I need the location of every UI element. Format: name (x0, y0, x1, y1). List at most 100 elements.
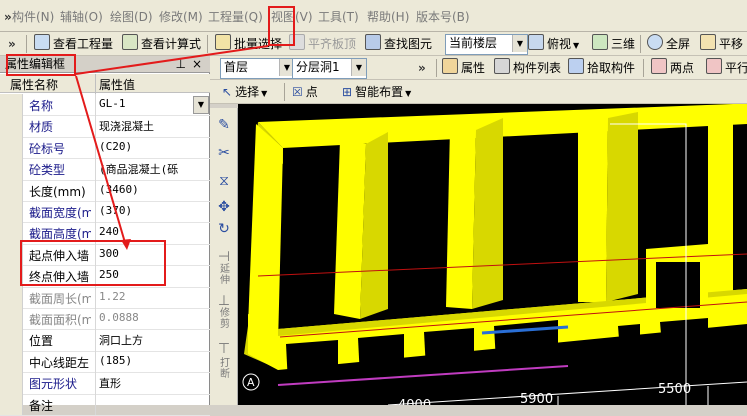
align-slab-button[interactable]: 平齐板顶 (289, 34, 356, 54)
two-points-button[interactable]: 两点 (651, 58, 694, 78)
menu-tools[interactable]: 工具(T) (318, 8, 359, 26)
smart-layout-button[interactable]: ⊞ 智能布置 ▼ (342, 82, 411, 102)
property-name: 截面周长(m (29, 291, 91, 306)
menu-component[interactable]: 构件(N) (12, 8, 54, 26)
break-icon[interactable]: ⊤ (214, 340, 234, 358)
property-value[interactable]: 现浇混凝土 (95, 115, 209, 137)
select-button[interactable]: ↖ 选择 ▼ (222, 82, 267, 102)
find-element-label: 查找图元 (384, 37, 433, 51)
property-row[interactable]: 中心线距左 (185) (0, 350, 210, 374)
property-row[interactable]: 材质 现浇混凝土 (0, 115, 210, 138)
property-value[interactable]: 0.0888 (95, 308, 209, 330)
toolbar-separator (26, 35, 27, 53)
menu-overflow-chevron[interactable]: » (4, 8, 12, 26)
property-row[interactable]: 名称 GL-1 ▼ (0, 94, 210, 117)
select-label: 选择 (235, 85, 260, 99)
view-formula-button[interactable]: 查看计算式 (122, 34, 201, 54)
menu-draw[interactable]: 绘图(D) (110, 8, 153, 26)
row-index-cell (0, 94, 23, 116)
rotate-icon[interactable]: ↻ (214, 220, 234, 238)
delete-icon[interactable]: ✂ (214, 144, 234, 162)
row-index-cell (0, 393, 23, 415)
wall-column (578, 118, 608, 302)
point-button[interactable]: ☒ 点 (292, 82, 318, 102)
row-index-cell (0, 372, 23, 394)
annotation-box-wall-extension (20, 240, 166, 286)
view-quantity-button[interactable]: 查看工程量 (34, 34, 113, 54)
floor-scope-value: 当前楼层 (449, 36, 498, 50)
pick-component-button[interactable]: 拾取构件 (568, 58, 635, 78)
property-name: 砼标号 (29, 141, 66, 156)
top-view-button[interactable]: 俯视 ▼ (528, 34, 579, 54)
toolbar-separator (207, 35, 208, 53)
menu-quantity[interactable]: 工程量(Q) (208, 8, 263, 26)
property-row[interactable]: 长度(mm) (3460) (0, 179, 210, 202)
row-index-cell (0, 136, 23, 159)
property-name: 长度(mm) (29, 184, 86, 199)
property-value[interactable]: (185) (95, 350, 209, 373)
layer-select[interactable]: 分层洞1 ▼ (292, 58, 367, 79)
edit-tools-bar: ✎ ✂ ⧖ ✥ ↻ ⊣ 延伸 ⊥ 修剪 ⊤ 打断 (210, 108, 238, 405)
pan-label: 平移 (719, 37, 744, 51)
toolbar-separator (640, 35, 641, 53)
formula-icon (122, 34, 138, 50)
parallel-button[interactable]: 平行 (706, 58, 747, 78)
property-panel: 属性编辑框 ⊥ × 属性名称 属性值 名称 GL-1 ▼ 材质 现浇混凝土 砼标号 (C20… (0, 56, 210, 416)
close-icon[interactable]: × (192, 56, 202, 73)
extend-label: 延伸 (220, 264, 230, 286)
dimension-5500: 5500 (658, 382, 691, 397)
menu-help[interactable]: 帮助(H) (367, 8, 409, 26)
brush-icon[interactable]: ✎ (214, 116, 234, 134)
property-value[interactable]: 1.22 (95, 286, 209, 308)
chevron-down-icon: ▼ (351, 59, 366, 76)
property-row[interactable]: 截面面积(m 0.0888 (0, 308, 210, 331)
property-row[interactable]: 位置 洞口上方 (0, 329, 210, 352)
row-index-cell (0, 350, 23, 373)
three-d-button[interactable]: 三维 (592, 34, 635, 54)
property-value[interactable]: (C20) (95, 136, 209, 159)
pin-icon[interactable]: ⊥ (176, 56, 186, 73)
property-row[interactable]: 砼标号 (C20) (0, 136, 210, 160)
find-element-button[interactable]: 查找图元 (365, 34, 432, 54)
3d-canvas[interactable]: A 5900 5500 4000 (238, 104, 747, 405)
property-name: 中心线距左 (29, 355, 90, 370)
properties-label: 属性 (461, 61, 486, 75)
pan-button[interactable]: 平移 (700, 34, 743, 54)
property-value[interactable]: GL-1 (95, 94, 209, 116)
list-icon (494, 58, 510, 74)
property-row[interactable]: 图元形状 直形 (0, 372, 210, 395)
property-name: 砼类型 (29, 163, 66, 178)
property-value[interactable] (95, 393, 209, 415)
property-value[interactable]: 洞口上方 (95, 329, 209, 351)
menu-version[interactable]: 版本号(B) (416, 8, 470, 26)
mirror-icon[interactable]: ⧖ (214, 172, 234, 190)
floor-scope-select[interactable]: 当前楼层 ▼ (445, 34, 528, 55)
toolbar-separator (643, 59, 644, 77)
move-icon[interactable]: ✥ (214, 198, 234, 216)
property-row[interactable]: 砼类型 (商品混凝土(砾 (0, 158, 210, 181)
properties-button[interactable]: 属性 (442, 58, 485, 78)
parallel-icon (706, 58, 722, 74)
point-label: 点 (305, 85, 318, 99)
smart-layout-label: 智能布置 (355, 85, 404, 99)
property-value[interactable]: (370) (95, 201, 209, 223)
floor-select[interactable]: 首层 ▼ (220, 58, 295, 79)
property-name: 备注 (29, 398, 54, 413)
property-row[interactable]: 截面宽度(m (370) (0, 201, 210, 224)
menu-auxiliary-axis[interactable]: 辅轴(O) (60, 8, 103, 26)
toolbar-separator (284, 83, 285, 101)
batch-select-icon (215, 34, 231, 50)
chevron-down-icon[interactable]: ▼ (193, 96, 209, 114)
property-value[interactable]: (商品混凝土(砾 (95, 158, 209, 180)
hand-pan-icon (700, 34, 716, 50)
property-value[interactable]: 直形 (95, 372, 209, 394)
property-value[interactable]: (3460) (95, 179, 209, 201)
property-row[interactable]: 截面周长(m 1.22 (0, 286, 210, 309)
fullscreen-button[interactable]: 全屏 (647, 34, 690, 54)
menu-modify[interactable]: 修改(M) (159, 8, 203, 26)
toolbar-overflow-chevron[interactable]: » (418, 58, 426, 78)
toolbar-overflow-chevron[interactable]: » (8, 34, 16, 54)
floor-value: 首层 (224, 60, 249, 74)
component-list-button[interactable]: 构件列表 (494, 58, 561, 78)
wall-column (708, 110, 733, 294)
